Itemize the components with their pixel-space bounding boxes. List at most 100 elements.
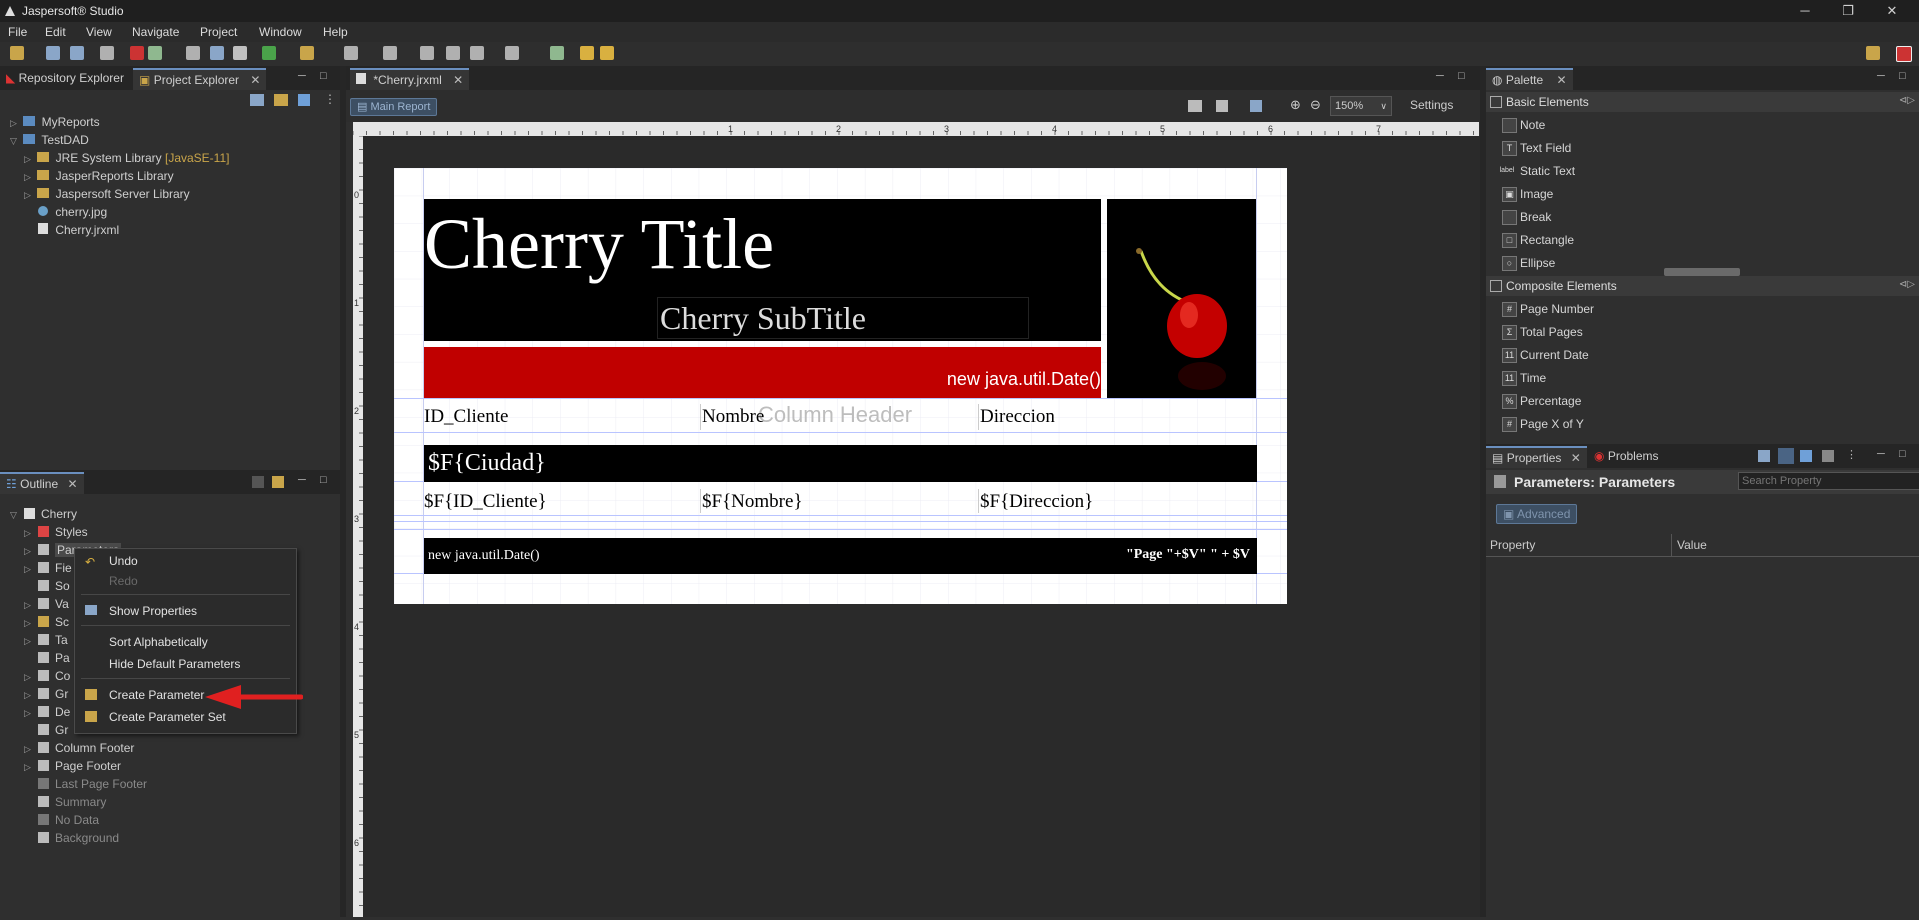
tree-item-cherry-jrxml[interactable]: Cherry.jrxml [38,221,119,239]
cherry-image[interactable] [1107,199,1256,398]
filter-icon[interactable] [1800,450,1812,462]
maximize-icon[interactable]: □ [320,474,327,486]
value-column-header[interactable]: Value [1677,538,1707,552]
export-icon[interactable] [1250,100,1262,112]
palette-item-page-x-of-y[interactable]: Page X of Y [1520,413,1584,435]
report-page[interactable]: Cherry Title Cherry SubTitle new java.ut… [394,168,1287,604]
menu-navigate[interactable]: Navigate [132,25,179,39]
tree-item-testdad[interactable]: ▽ TestDAD [10,131,89,149]
link-editor-icon[interactable] [274,94,288,106]
pin-view-icon[interactable] [1758,450,1770,462]
basic-elements-header[interactable]: Basic Elements ⊲▷ [1486,92,1919,112]
zoom-in-icon[interactable]: ⊕ [1290,97,1301,113]
report-title[interactable]: Cherry Title [424,200,774,288]
report-icon[interactable] [210,46,224,60]
palette-item-rectangle[interactable]: Rectangle [1520,229,1574,251]
outline-item-column-header[interactable]: ▷ Co [24,667,70,685]
settings-button[interactable]: Settings [1410,98,1453,112]
menu-item-sort-alphabetically[interactable]: Sort Alphabetically [75,632,296,652]
maximize-icon[interactable]: □ [1899,70,1906,82]
menu-window[interactable]: Window [259,25,302,39]
close-tab-icon[interactable]: ✕ [453,73,463,87]
view-menu-icon[interactable]: ⋮ [1846,448,1857,461]
view-menu-icon[interactable]: ⋮ [324,92,336,106]
palette-item-break[interactable]: Break [1520,206,1551,228]
maximize-icon[interactable]: □ [1899,448,1906,460]
outline-item-sort-fields[interactable]: So [24,577,70,595]
minimize-icon[interactable]: ─ [1436,70,1444,82]
maximize-icon[interactable]: □ [1458,70,1465,82]
footer-date-field[interactable]: new java.util.Date() [428,547,540,565]
palette-item-image[interactable]: Image [1520,183,1553,205]
zoom-select[interactable]: 150% ∨ [1330,96,1392,116]
menu-item-undo[interactable]: ↶ Undo [75,551,296,571]
menu-item-redo[interactable]: Redo [75,571,296,591]
outline-item-no-data[interactable]: No Data [24,811,99,829]
prev-edit-icon[interactable] [420,46,434,60]
tree-item-myreports[interactable]: ▷ MyReports [10,113,100,131]
zoom-out-icon[interactable]: ⊖ [1310,97,1321,113]
pin-icon[interactable]: ⊲▷ [1899,95,1915,106]
advanced-button[interactable]: ▣ Advanced [1496,504,1578,524]
outline-item-detail[interactable]: ▷ De [24,703,70,721]
collapse-icon[interactable] [1822,450,1834,462]
outline-item-background[interactable]: Background [24,829,119,847]
pin-icon[interactable]: ⊲▷ [1899,279,1915,290]
field-id-cliente[interactable]: $F{ID_Cliente} [424,490,547,514]
publish-icon[interactable] [186,46,200,60]
forward-icon[interactable] [505,46,519,60]
tab-problems[interactable]: ◉ Problems [1588,446,1665,466]
menu-project[interactable]: Project [200,25,237,39]
outline-view-icon[interactable] [252,476,264,488]
minimize-icon[interactable]: ─ [298,474,306,486]
tab-outline[interactable]: ☷ Outline ✕ [0,472,84,494]
print-icon[interactable] [100,46,114,60]
main-report-breadcrumb[interactable]: ▤ Main Report [350,98,438,116]
outline-item-cherry[interactable]: ▽ Cherry [10,505,77,523]
minimize-icon[interactable]: ─ [1877,70,1885,82]
menu-file[interactable]: File [8,25,27,39]
outline-item-fields[interactable]: ▷ Fie [24,559,72,577]
tab-palette[interactable]: ◍ Palette ✕ [1486,68,1573,90]
minimize-icon[interactable]: ─ [298,70,306,82]
tree-view-icon[interactable] [1778,448,1794,464]
property-column-header[interactable]: Property [1490,538,1535,552]
outline-item-title[interactable]: ▷ Ta [24,631,68,649]
next-edit-icon[interactable] [446,46,460,60]
palette-item-static-text[interactable]: Static Text [1520,160,1575,182]
menu-edit[interactable]: Edit [45,25,66,39]
outline-item-scriptlets[interactable]: ▷ Sc [24,613,69,631]
back-icon[interactable] [470,46,484,60]
compile-icon[interactable] [148,46,162,60]
tab-cherry-jrxml[interactable]: *Cherry.jrxml ✕ [350,68,470,90]
search-property-input[interactable] [1738,472,1919,490]
outline-item-group-footer[interactable]: Gr [24,721,68,739]
palette-item-total-pages[interactable]: Total Pages [1520,321,1583,343]
save-icon[interactable] [46,46,60,60]
filter-icon[interactable] [298,94,310,106]
menu-item-create-parameter-set[interactable]: Create Parameter Set [75,707,296,727]
menu-item-show-properties[interactable]: Show Properties [75,601,296,621]
save-all-icon[interactable] [70,46,84,60]
palette-item-page-number[interactable]: Page Number [1520,298,1594,320]
tab-project-explorer[interactable]: ▣ Project Explorer ✕ [133,68,267,90]
tab-repository-explorer[interactable]: ◣ Repository Explorer [0,68,130,88]
palette-item-time[interactable]: Time [1520,367,1546,389]
tree-item-server-library[interactable]: ▷ Jaspersoft Server Library [24,185,190,203]
footer-page-field[interactable]: "Page "+$V" " + $V [1070,546,1250,564]
new-icon[interactable] [10,46,24,60]
outline-item-variables[interactable]: ▷ Va [24,595,69,613]
field-nombre[interactable]: $F{Nombre} [702,490,803,514]
maximize-icon[interactable]: □ [320,70,327,82]
perspective-icon[interactable] [1866,46,1880,60]
tree-item-jasperreports-library[interactable]: ▷ JasperReports Library [24,167,174,185]
field-direccion[interactable]: $F{Direccion} [980,490,1093,514]
outline-item-last-page-footer[interactable]: Last Page Footer [24,775,147,793]
tool-icon[interactable] [383,46,397,60]
palette-item-percentage[interactable]: Percentage [1520,390,1581,412]
palette-item-note[interactable]: Note [1520,114,1545,136]
close-tab-icon[interactable]: ✕ [1571,451,1581,465]
minimize-button[interactable]: ─ [1787,2,1823,20]
outline-item-styles[interactable]: ▷ Styles [24,523,88,541]
palette-item-ellipse[interactable]: Ellipse [1520,252,1555,274]
